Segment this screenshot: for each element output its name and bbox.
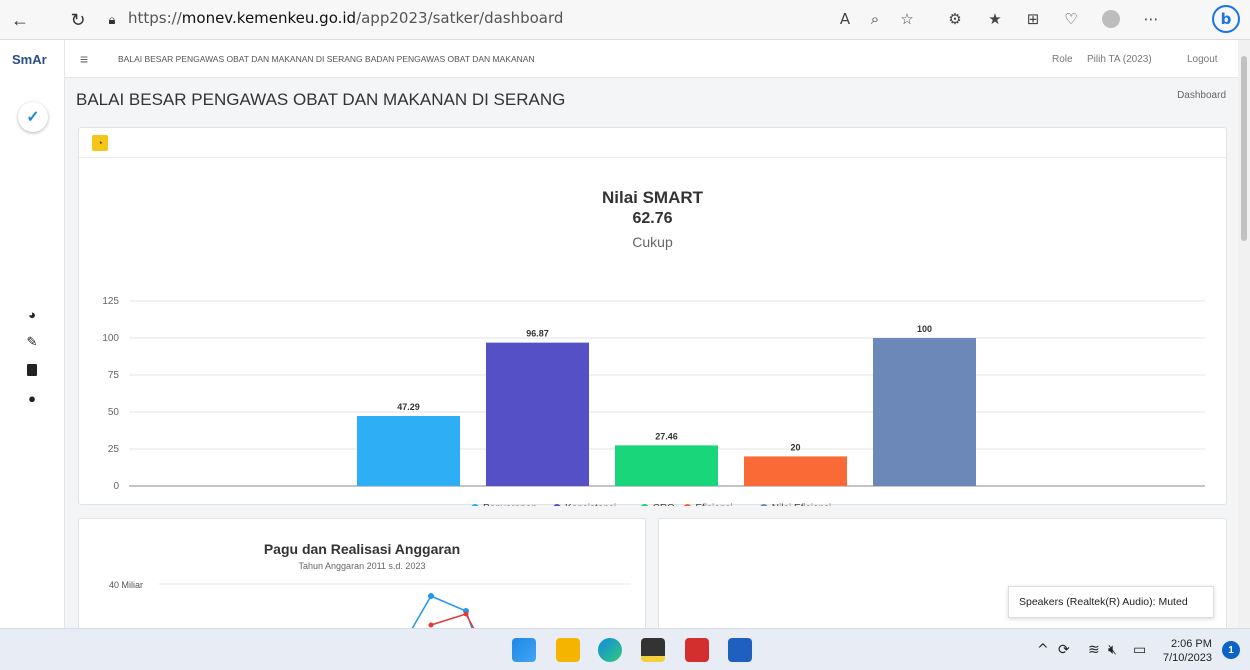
network-status-icon[interactable]: ⟳: [1058, 642, 1070, 658]
budget-point: [428, 622, 434, 628]
y-tick-label: 125: [102, 296, 119, 307]
bar-value-label: 96.87: [526, 329, 549, 339]
page-scrollbar[interactable]: [1238, 40, 1250, 628]
back-icon[interactable]: ←: [8, 8, 32, 32]
word-icon[interactable]: [728, 638, 752, 662]
wifi-icon[interactable]: ≋: [1088, 642, 1100, 658]
smart-bar-chart: 0 25 50 75 100 125 47.29 96.87 27.46 20 100 Penyera…: [102, 296, 1205, 506]
sidebar: SmAr ✓ ◕ ✎ ●: [0, 40, 65, 628]
address-bar[interactable]: https://monev.kemenkeu.go.id/app2023/sat…: [128, 9, 563, 27]
year-select-link[interactable]: Pilih TA (2023): [1087, 54, 1152, 65]
legend-label: Efisiensi: [695, 503, 732, 506]
breadcrumb[interactable]: Dashboard: [1177, 90, 1226, 101]
page-title: BALAI BESAR PENGAWAS OBAT DAN MAKANAN DI…: [76, 90, 566, 109]
bar-value-label: 47.29: [397, 402, 420, 412]
profile-icon[interactable]: [1100, 8, 1122, 30]
bar-konsistensi: [486, 342, 589, 486]
bar-value-label: 20: [790, 442, 800, 452]
refresh-icon[interactable]: ↻: [66, 8, 90, 32]
legend-label: Nilai Efisiensi: [772, 503, 831, 506]
budget-series-realisasi: [430, 613, 475, 628]
clock-date: 7/10/2023: [1163, 652, 1212, 664]
y-tick-label: 100: [102, 333, 119, 344]
y-tick-label: 50: [108, 407, 120, 418]
edge-browser-icon[interactable]: [598, 638, 622, 662]
windows-start-icon[interactable]: [512, 638, 536, 662]
bar-nilai-efisiensi: [873, 338, 976, 486]
app-header: ≡ BALAI BESAR PENGAWAS OBAT DAN MAKANAN …: [65, 40, 1238, 78]
legend-label: CRO: [653, 503, 675, 506]
y-tick-label: 25: [108, 444, 120, 455]
sticky-notes-icon[interactable]: [641, 638, 665, 662]
budget-point: [463, 611, 469, 617]
url-host: monev.kemenkeu.go.id: [181, 9, 357, 27]
budget-chart-card: Pagu dan Realisasi Anggaran Tahun Anggar…: [78, 518, 646, 628]
logout-link[interactable]: Logout: [1187, 54, 1218, 65]
dashboard-icon[interactable]: ◕: [24, 306, 40, 322]
edit-icon[interactable]: ✎: [24, 334, 40, 350]
legend-marker: [641, 504, 649, 506]
file-explorer-icon[interactable]: [556, 638, 580, 662]
bar-penyerapan: [357, 416, 460, 486]
app-viewport: SmAr ✓ ◕ ✎ ● ≡ BALAI BESAR PENGAWAS OBAT…: [0, 40, 1250, 628]
y-tick-label: 0: [113, 481, 119, 492]
collections-icon[interactable]: ⊞: [1022, 8, 1044, 30]
budget-line-chart: [159, 583, 631, 628]
smart-chart-card: ◔ Nilai SMART 62.76 Cukup 0 25 50 75 100 125 4…: [78, 127, 1227, 506]
bar-value-label: 100: [917, 324, 932, 334]
role-link[interactable]: Role: [1052, 54, 1073, 65]
more-icon[interactable]: ⋯: [1140, 8, 1162, 30]
app-logo[interactable]: SmAr: [12, 52, 47, 67]
legend-marker: [683, 504, 691, 506]
favorite-icon[interactable]: ☆: [896, 8, 918, 30]
performance-icon[interactable]: ♡: [1060, 8, 1082, 30]
url-path: /app2023/satker/dashboard: [356, 9, 564, 27]
extensions-icon[interactable]: ⚙: [944, 8, 966, 30]
app-badge-icon[interactable]: ✓: [18, 102, 48, 132]
menu-toggle-icon[interactable]: ≡: [80, 51, 88, 67]
budget-point: [428, 593, 434, 599]
legend-label: Konsistensi: [565, 503, 616, 506]
book-icon[interactable]: [24, 362, 40, 378]
lock-icon[interactable]: 🔒︎: [100, 8, 124, 32]
browser-toolbar: ← ↻ 🔒︎ https://monev.kemenkeu.go.id/app2…: [0, 0, 1250, 40]
speaker-muted-icon[interactable]: 🔇︎: [1108, 642, 1117, 658]
read-aloud-icon[interactable]: A: [834, 8, 856, 30]
y-tick-label: 75: [108, 370, 120, 381]
legend-marker: [760, 504, 768, 506]
bar-efisiensi: [744, 456, 847, 486]
battery-icon[interactable]: ▭: [1133, 642, 1146, 658]
header-title: BALAI BESAR PENGAWAS OBAT DAN MAKANAN DI…: [118, 54, 535, 64]
zoom-icon[interactable]: ⌕: [864, 8, 886, 30]
taskbar: ^ ⟳ ≋ 🔇︎ ▭ 2:06 PM 7/10/2023 1: [0, 628, 1250, 670]
bar-cro: [615, 445, 718, 486]
url-prefix: https://: [128, 9, 182, 27]
clock-time: 2:06 PM: [1170, 638, 1212, 650]
user-icon[interactable]: ●: [24, 390, 40, 406]
scrollbar-thumb[interactable]: [1241, 56, 1247, 241]
bing-icon[interactable]: b: [1212, 5, 1240, 33]
acrobat-icon[interactable]: [685, 638, 709, 662]
legend-marker: [471, 504, 479, 506]
favorites-bar-icon[interactable]: ★: [984, 8, 1006, 30]
legend-marker: [553, 504, 561, 506]
legend-label: Penyerapan: [483, 503, 537, 506]
notification-badge[interactable]: 1: [1222, 641, 1240, 659]
system-clock[interactable]: 2:06 PM 7/10/2023: [1163, 637, 1212, 665]
tray-chevron-icon[interactable]: ^: [1037, 642, 1049, 658]
bar-value-label: 27.46: [655, 431, 678, 441]
audio-toast: Speakers (Realtek(R) Audio): Muted: [1008, 586, 1214, 618]
